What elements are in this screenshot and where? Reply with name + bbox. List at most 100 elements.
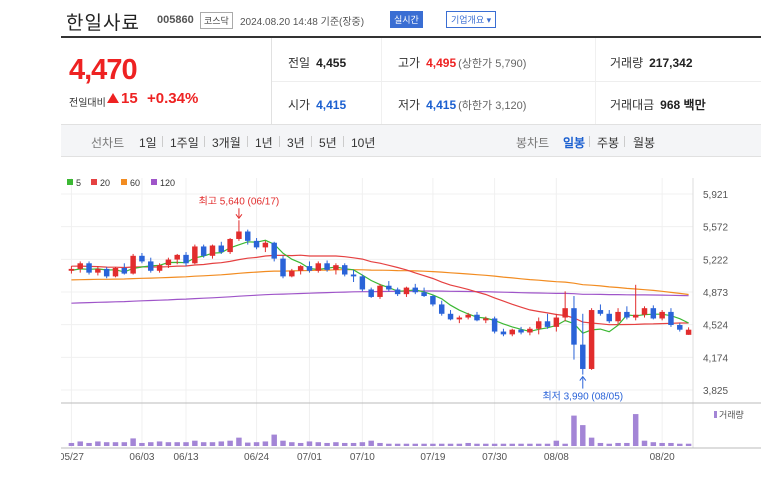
divider bbox=[162, 136, 163, 147]
y-tick-label: 3,825 bbox=[703, 386, 728, 397]
legend-label: 20 bbox=[100, 178, 110, 188]
candle-body bbox=[112, 267, 119, 277]
volume-bar bbox=[430, 443, 436, 446]
divider bbox=[343, 136, 344, 147]
candle-weekly[interactable]: 주봉 bbox=[597, 134, 619, 151]
volume-bar bbox=[535, 443, 542, 446]
volume-bar bbox=[103, 442, 110, 446]
volume-bar bbox=[139, 442, 145, 446]
candle-body bbox=[95, 268, 101, 273]
period-3y[interactable]: 3년 bbox=[287, 134, 305, 151]
candle-body bbox=[483, 318, 489, 321]
upper-limit: (상한가 5,790) bbox=[458, 58, 527, 70]
volume-bar bbox=[394, 443, 401, 446]
period-5y[interactable]: 5년 bbox=[319, 134, 337, 151]
candle-body bbox=[580, 344, 586, 369]
candle-body bbox=[271, 242, 277, 259]
volume-bar bbox=[174, 442, 180, 446]
row-divider bbox=[272, 81, 761, 82]
stat-value: 4,495 bbox=[426, 56, 457, 70]
volume-bar bbox=[677, 443, 683, 446]
lower-limit: (하한가 3,120) bbox=[458, 100, 527, 112]
stat-label: 고가 bbox=[398, 56, 421, 70]
legend-swatch bbox=[151, 179, 157, 185]
stat-open: 시가 4,415 bbox=[288, 96, 346, 113]
volume-bar bbox=[297, 442, 304, 446]
stock-code: 005860 bbox=[157, 14, 194, 26]
volume-bar bbox=[271, 434, 277, 446]
candle-body bbox=[650, 308, 657, 319]
volume-bar bbox=[95, 441, 101, 446]
volume-bar bbox=[412, 443, 419, 446]
candle-chart: 5,921 5,572 5,222 4,873 4,524 4,174 3,825 5 20 60… bbox=[59, 158, 761, 490]
candle-body bbox=[500, 331, 507, 335]
volume-bar bbox=[333, 442, 339, 446]
volume-bar bbox=[289, 442, 295, 446]
candle-body bbox=[624, 311, 630, 318]
volume-bar bbox=[262, 441, 269, 446]
volume-bar bbox=[438, 443, 445, 446]
candle-body bbox=[218, 245, 225, 253]
stat-prev: 전일 4,455 bbox=[288, 54, 346, 71]
candle-body bbox=[253, 240, 260, 248]
candle-body bbox=[403, 287, 410, 295]
volume-bar bbox=[668, 442, 674, 446]
candle-body bbox=[615, 311, 621, 322]
candle-body bbox=[544, 321, 551, 327]
candle-body bbox=[465, 314, 471, 318]
volume-bar bbox=[86, 442, 92, 446]
stat-value: 217,342 bbox=[649, 56, 693, 70]
company-info-dropdown[interactable]: 기업개요 ▾ bbox=[446, 11, 497, 28]
x-tick-label: 07/19 bbox=[420, 452, 445, 463]
volume-bar bbox=[571, 415, 577, 446]
candle-body bbox=[236, 231, 242, 239]
volume-bar bbox=[509, 443, 515, 446]
volume-bar bbox=[148, 442, 154, 446]
volume-bar bbox=[456, 443, 463, 446]
candle-body bbox=[641, 308, 648, 315]
volume-bar bbox=[341, 442, 348, 446]
line-chart-label: 선차트 bbox=[91, 136, 125, 150]
candle-body bbox=[359, 276, 366, 290]
volume-bar bbox=[624, 442, 630, 446]
divider bbox=[311, 136, 312, 147]
x-tick-label: 07/01 bbox=[297, 452, 322, 463]
period-10y[interactable]: 10년 bbox=[351, 134, 375, 151]
period-1d[interactable]: 1일 bbox=[139, 134, 157, 151]
candle-body bbox=[677, 325, 683, 330]
candle-body bbox=[165, 259, 172, 266]
candle-body bbox=[280, 258, 286, 277]
x-tick-label: 06/03 bbox=[129, 452, 154, 463]
candle-body bbox=[394, 289, 401, 295]
period-1w[interactable]: 1주일 bbox=[170, 134, 199, 151]
volume-bar bbox=[659, 442, 665, 446]
x-tick-label: 05/27 bbox=[61, 452, 84, 463]
y-tick-label: 5,572 bbox=[703, 223, 728, 234]
volume-bar bbox=[183, 442, 189, 446]
period-3m[interactable]: 3개월 bbox=[212, 134, 241, 151]
candle-body bbox=[553, 317, 560, 327]
volume-bar bbox=[544, 443, 551, 446]
candle-body bbox=[377, 285, 383, 297]
divider bbox=[279, 136, 280, 147]
volume-bar bbox=[68, 442, 75, 446]
y-tick-label: 4,524 bbox=[703, 321, 728, 332]
stat-amount: 거래대금 968 백만 bbox=[610, 96, 706, 113]
period-1y[interactable]: 1년 bbox=[255, 134, 273, 151]
volume-bar bbox=[386, 443, 392, 446]
candle-daily[interactable]: 일봉 bbox=[563, 134, 585, 151]
candle-body bbox=[562, 308, 568, 318]
volume-bar bbox=[447, 443, 454, 446]
divider bbox=[204, 136, 205, 147]
realtime-button[interactable]: 실시간 bbox=[390, 11, 423, 28]
candle-body bbox=[192, 246, 198, 264]
y-tick-label: 4,873 bbox=[703, 288, 728, 299]
candle-body bbox=[430, 296, 436, 305]
stat-value: 4,415 bbox=[316, 98, 347, 112]
volume-bar bbox=[245, 442, 251, 446]
x-tick-label: 06/13 bbox=[174, 452, 199, 463]
candle-body bbox=[474, 314, 480, 321]
change-label: 전일대비 bbox=[69, 98, 106, 109]
chart-svg: 5,921 5,572 5,222 4,873 4,524 4,174 3,825 5 20 60… bbox=[59, 158, 761, 490]
candle-monthly[interactable]: 월봉 bbox=[633, 134, 655, 151]
